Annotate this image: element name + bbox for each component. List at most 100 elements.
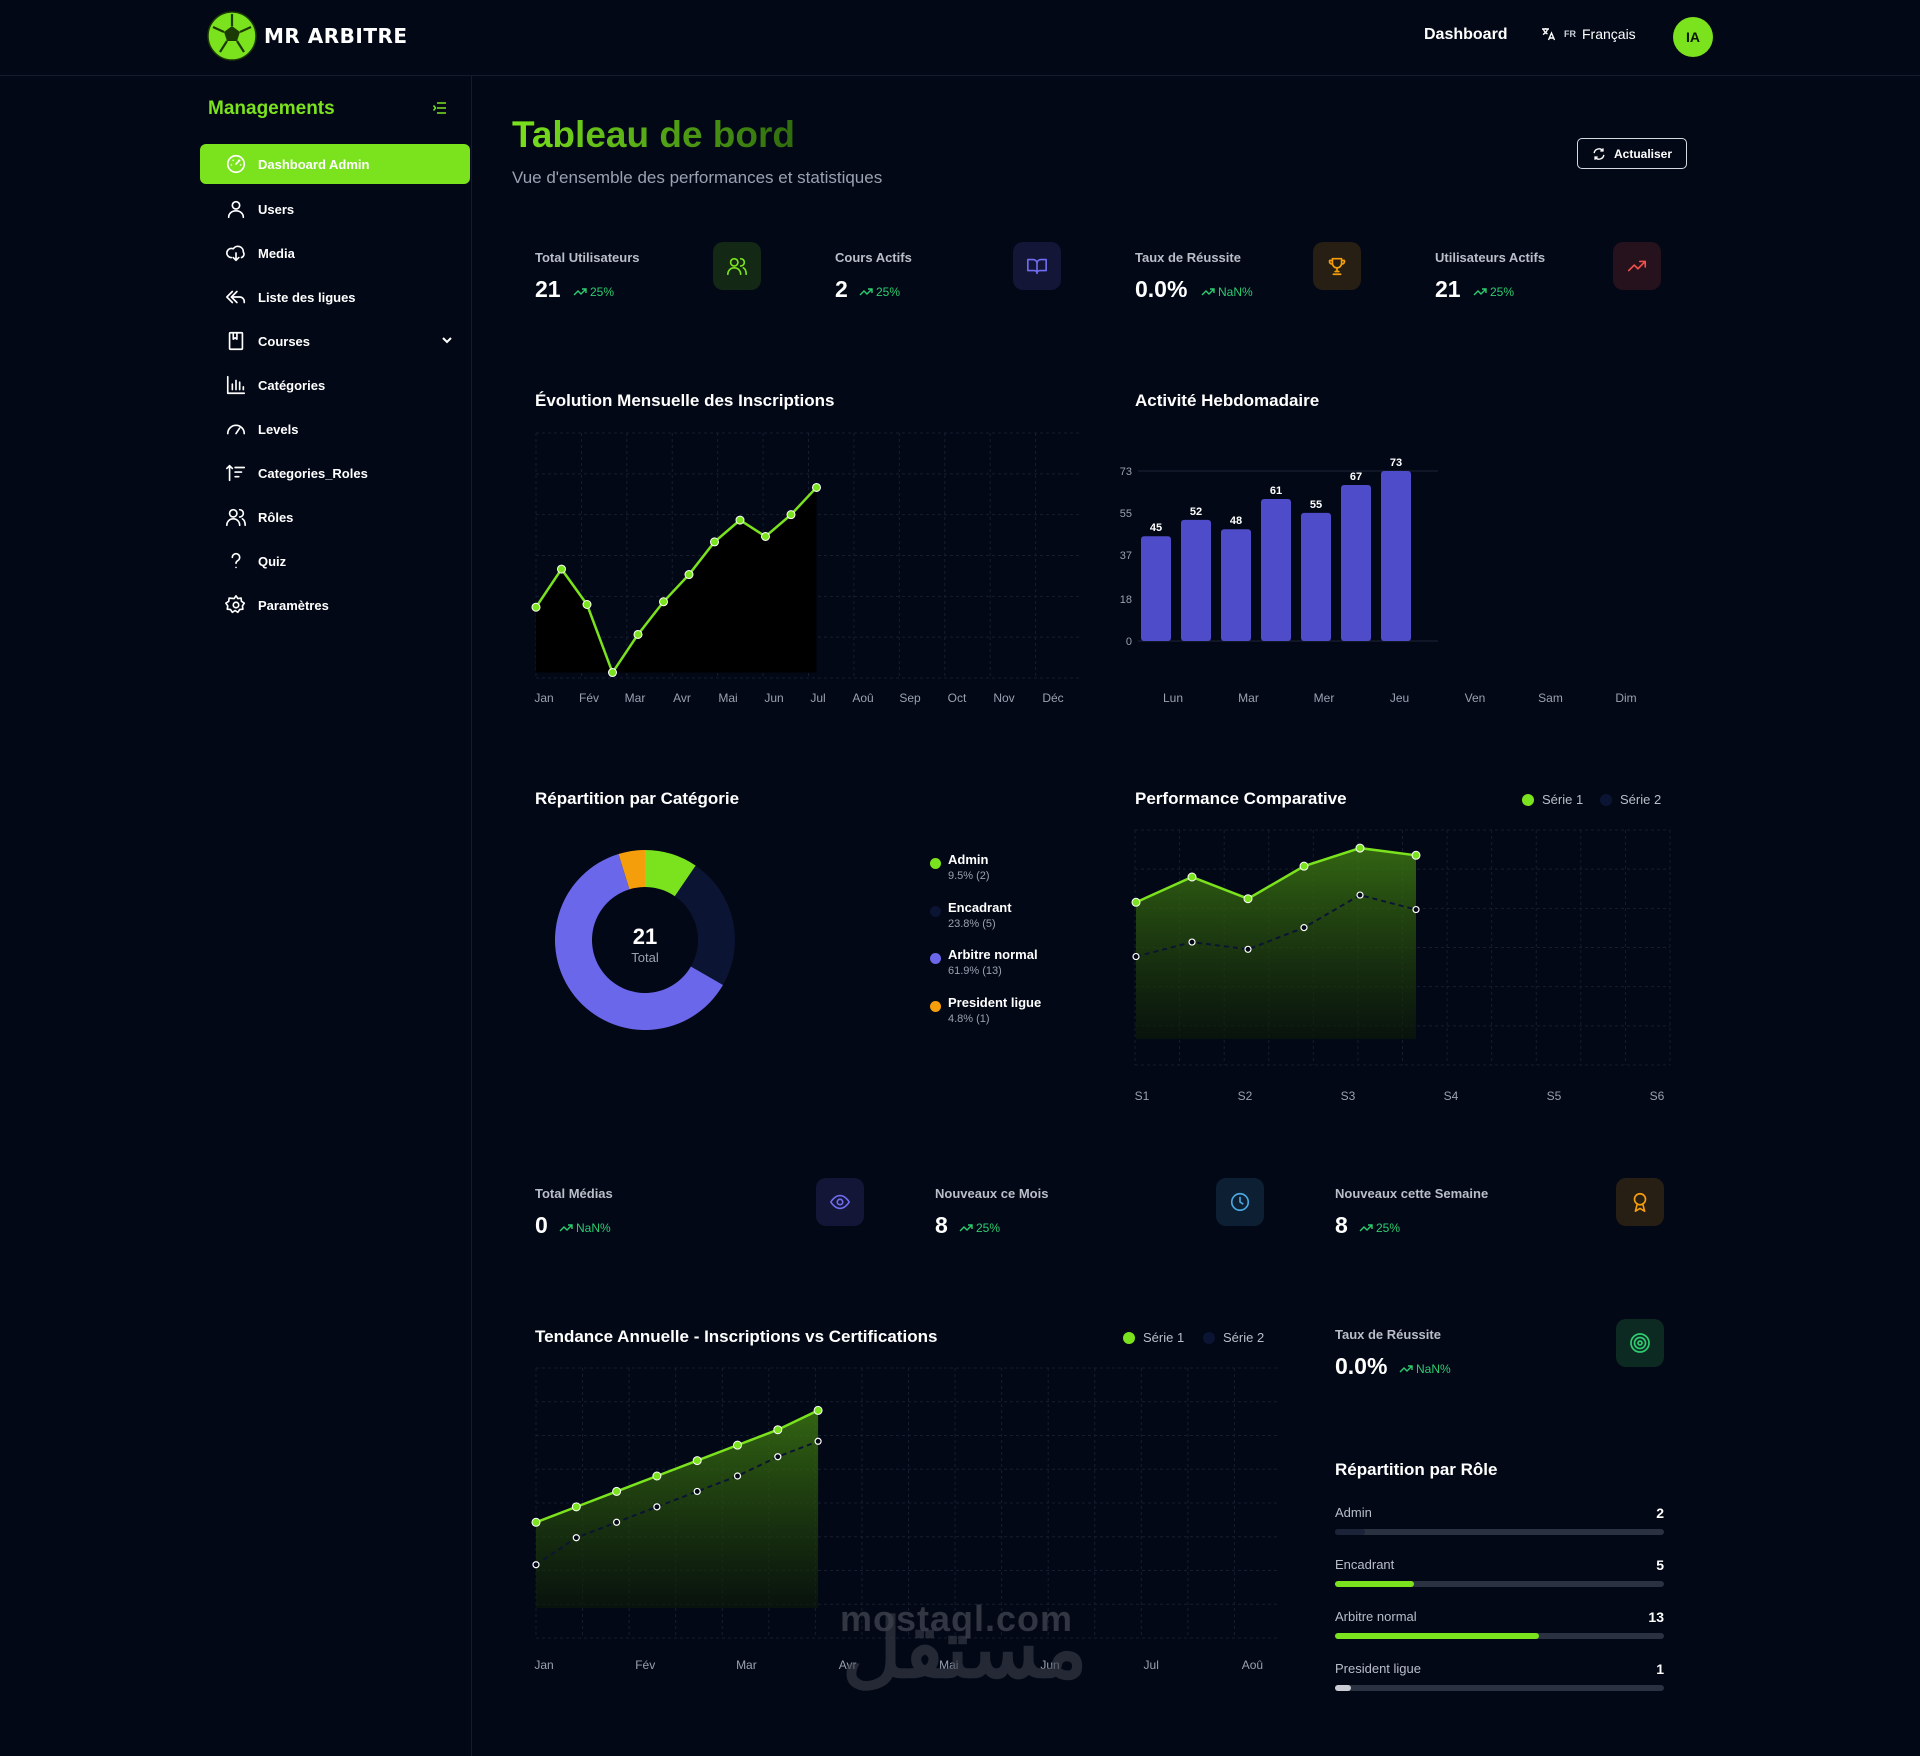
bar <box>1381 471 1411 641</box>
data-point <box>1412 905 1420 914</box>
translate-icon <box>1542 28 1556 41</box>
x-tick-label: Fév <box>579 691 599 705</box>
sidebar: Managements Dashboard Admin Users Media Lis… <box>0 76 472 1756</box>
data-point <box>572 1534 580 1542</box>
x-tick-label: Dim <box>1615 691 1636 705</box>
data-point <box>692 1456 702 1466</box>
pie-legend-item[interactable]: Arbitre normal 61.9% (13) <box>930 947 1038 977</box>
trending-up-icon <box>1359 1224 1373 1232</box>
stat-card-success-rate: Taux de Réussite 0.0% NaN% <box>1335 1319 1664 1397</box>
stat-label: Total Utilisateurs <box>535 250 640 265</box>
chevron-down-icon[interactable] <box>440 333 454 350</box>
x-tick-label: Mer <box>1314 691 1335 705</box>
role-row-arbitre-normal: Arbitre normal 13 <box>1335 1609 1664 1639</box>
trophy-icon <box>1313 242 1361 290</box>
role-row-encadrant: Encadrant 5 <box>1335 1557 1664 1587</box>
legend-label: Série 1 <box>1143 1330 1185 1345</box>
language-selector[interactable]: FR Français <box>1540 26 1636 42</box>
nav-dashboard-link[interactable]: Dashboard <box>1424 26 1508 44</box>
bar <box>1301 512 1331 641</box>
data-point <box>608 668 617 678</box>
trending-up-icon <box>1613 242 1661 290</box>
data-point <box>735 515 745 525</box>
data-point <box>557 564 566 574</box>
data-point <box>1299 861 1309 871</box>
pie-slice <box>674 865 735 985</box>
data-point <box>1355 843 1365 853</box>
x-tick-label: S2 <box>1238 1089 1253 1103</box>
sidebar-item-param-tres[interactable]: Paramètres <box>200 585 470 625</box>
legend-dot <box>930 1001 941 1012</box>
award-icon <box>1616 1178 1664 1226</box>
sidebar-item-liste-des-ligues[interactable]: Liste des ligues <box>200 277 470 317</box>
sidebar-item-r-les[interactable]: Rôles <box>200 497 470 537</box>
data-point <box>532 1561 540 1569</box>
data-point <box>612 1486 622 1496</box>
role-name: Admin <box>1335 1505 1372 1520</box>
stat-trend: 25% <box>1473 285 1514 299</box>
stat-value: 0 <box>535 1212 548 1238</box>
chart-category-donut: 21Total <box>555 850 735 1030</box>
stat-card: Utilisateurs Actifs 21 25% <box>1435 242 1665 320</box>
sidebar-item-cat-gories[interactable]: Catégories <box>200 365 470 405</box>
question-icon <box>224 549 248 573</box>
legend-name: Arbitre normal <box>948 947 1038 962</box>
stat-label: Taux de Réussite <box>1335 1327 1441 1342</box>
chart-monthly-registrations: Jan Fév Mar Avr Mai Jun Jul Aoû Sep Oct Nov Déc <box>531 432 1080 705</box>
sidebar-item-media[interactable]: Media <box>200 233 470 273</box>
x-tick-label: Aoû <box>1242 1658 1263 1672</box>
legend-serie-1[interactable]: Série 1 <box>1123 1330 1184 1345</box>
brand-logo[interactable]: MR ARBITRE <box>206 10 408 62</box>
stat-trend: 25% <box>859 285 900 299</box>
stat-trend: NaN% <box>1201 285 1253 299</box>
x-tick-label: Sep <box>899 691 921 705</box>
data-point <box>531 1517 541 1527</box>
sidebar-item-quiz[interactable]: Quiz <box>200 541 470 581</box>
role-progress-track <box>1335 1633 1664 1639</box>
dashboard-icon <box>224 152 248 176</box>
trending-up-icon <box>559 1224 573 1232</box>
data-point <box>653 1503 661 1511</box>
sidebar-item-levels[interactable]: Levels <box>200 409 470 449</box>
stat-label: Cours Actifs <box>835 250 912 265</box>
sidebar-item-dashboard-admin[interactable]: Dashboard Admin <box>200 144 470 184</box>
data-point <box>813 1405 823 1415</box>
role-progress-track <box>1335 1685 1664 1691</box>
cloud-download-icon <box>224 241 248 265</box>
user-icon <box>224 197 248 221</box>
data-label: 73 <box>1390 457 1402 469</box>
pie-legend-item[interactable]: President ligue 4.8% (1) <box>930 995 1041 1025</box>
menu-collapse-icon[interactable] <box>432 100 448 116</box>
legend-serie-2[interactable]: Série 2 <box>1600 792 1661 807</box>
user-avatar[interactable]: IA <box>1673 17 1713 57</box>
bar <box>1181 519 1211 641</box>
legend-dot <box>1600 793 1612 806</box>
watermark: mostaql.com <box>840 1598 1074 1639</box>
stat-card: Nouveaux ce Mois 8 25% <box>935 1178 1265 1256</box>
legend-label: Série 1 <box>1542 792 1584 807</box>
sidebar-item-categories-roles[interactable]: Categories_Roles <box>200 453 470 493</box>
x-tick-label: Fév <box>635 1658 655 1672</box>
legend-serie-1[interactable]: Série 1 <box>1522 792 1583 807</box>
stat-trend-value: NaN% <box>1416 1362 1451 1376</box>
stat-trend-value: 25% <box>876 285 901 299</box>
data-point <box>659 597 668 607</box>
stat-label: Taux de Réussite <box>1135 250 1241 265</box>
sidebar-item-label: Catégories <box>258 377 326 393</box>
sidebar-item-users[interactable]: Users <box>200 189 470 229</box>
data-label: 45 <box>1150 522 1162 534</box>
refresh-button[interactable]: Actualiser <box>1577 138 1687 169</box>
book-icon <box>224 329 248 353</box>
data-point <box>1188 938 1196 946</box>
language-code: FR <box>1564 29 1576 39</box>
data-label: 61 <box>1270 485 1282 497</box>
role-progress-track <box>1335 1529 1664 1535</box>
pie-legend-item[interactable]: Admin 9.5% (2) <box>930 852 990 882</box>
sidebar-item-label: Paramètres <box>258 597 329 613</box>
pie-legend-item[interactable]: Encadrant 23.8% (5) <box>930 900 1012 930</box>
legend-serie-2[interactable]: Série 2 <box>1203 1330 1264 1345</box>
data-point <box>531 602 541 612</box>
sidebar-item-courses[interactable]: Courses <box>200 321 470 361</box>
data-point <box>571 1502 581 1512</box>
data-point <box>774 1453 782 1461</box>
